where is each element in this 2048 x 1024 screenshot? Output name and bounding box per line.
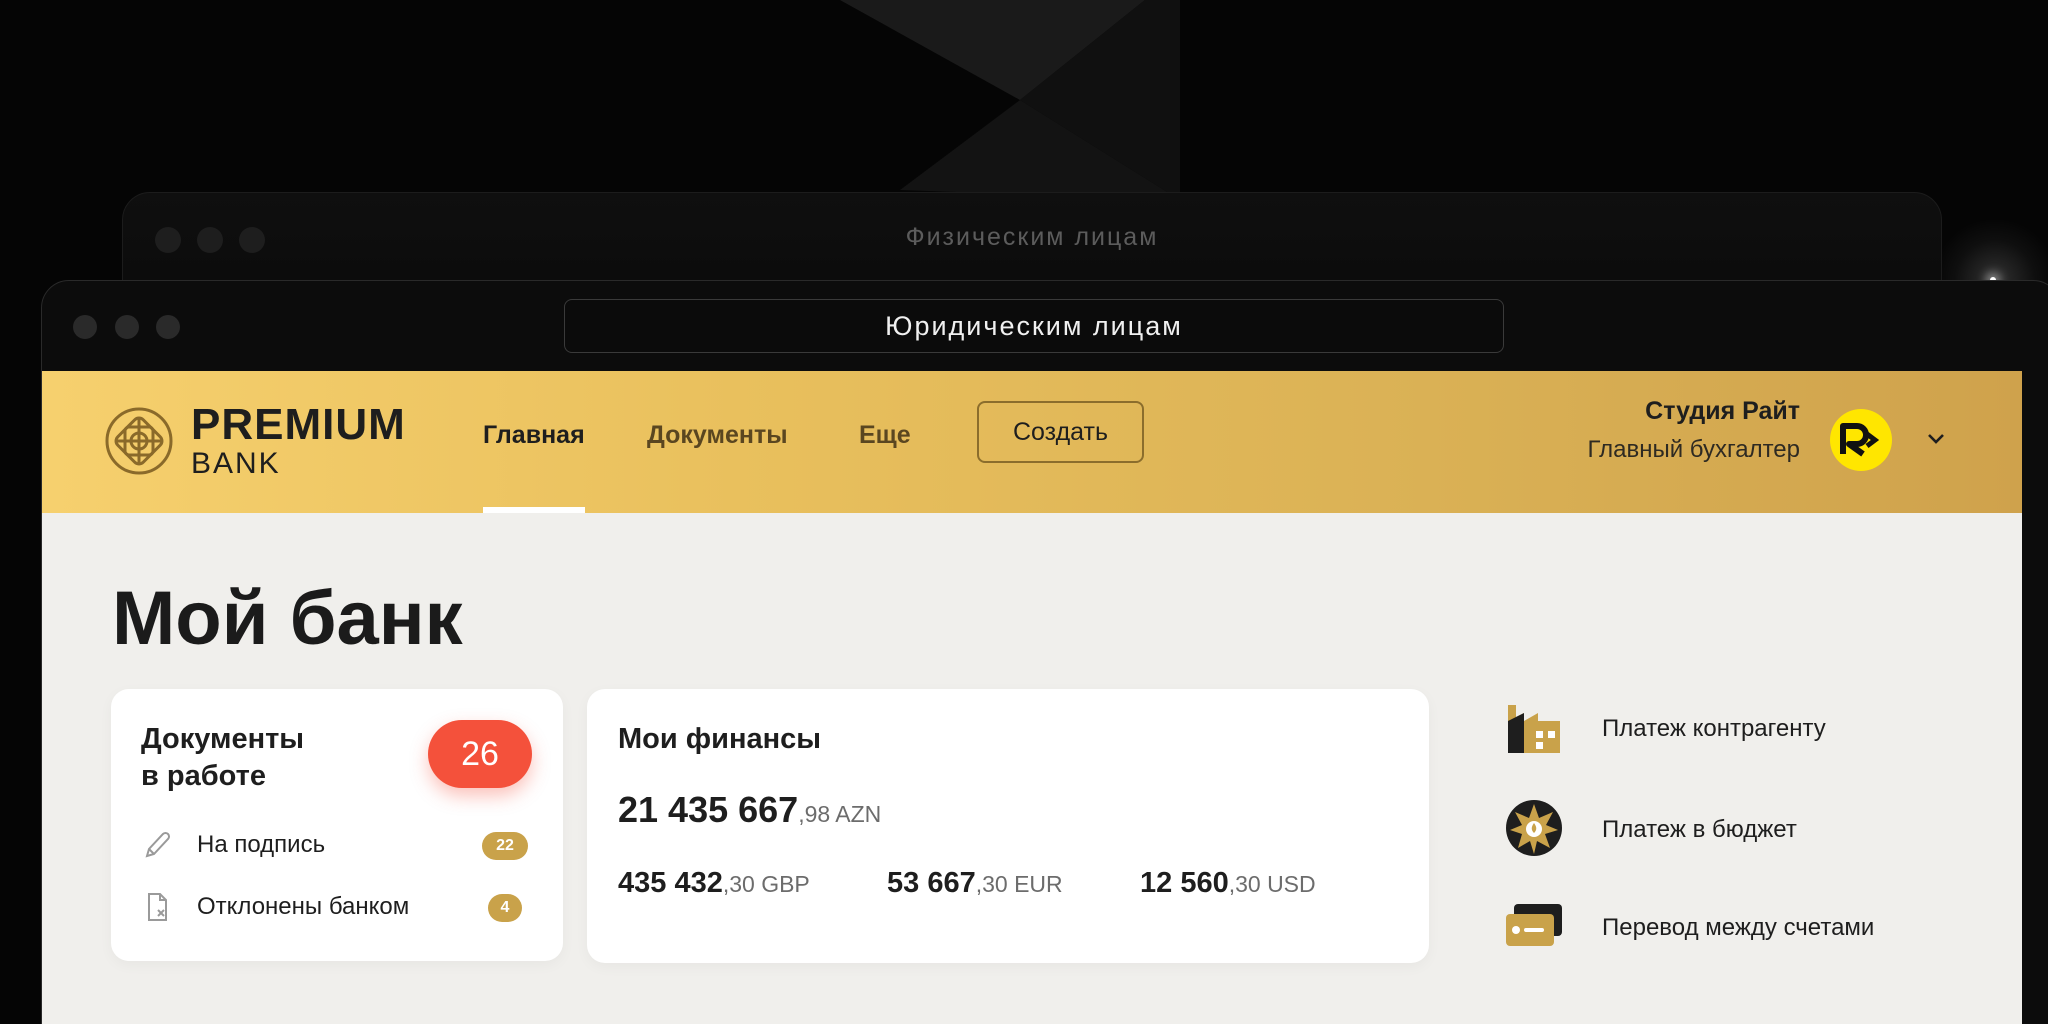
balance-fraction: ,30 GBP — [722, 871, 810, 897]
quick-action-budget-payment[interactable]: Платеж в бюджет — [1502, 796, 1982, 860]
logo-premium-text: PREMIUM — [191, 400, 406, 449]
front-window: Юридическим лицам PREMIUM BANK Главная Д… — [41, 280, 2048, 1024]
main-content: Мой банк Документы в работе 26 На подпис… — [42, 513, 2022, 1024]
address-bar[interactable]: Юридическим лицам — [564, 299, 1504, 353]
balance-gbp: 435 432,30 GBP — [618, 867, 810, 900]
rejected-doc-icon — [148, 893, 167, 921]
factory-icon — [1508, 705, 1560, 753]
doc-row-rejected[interactable]: Отклонены банком 4 — [141, 887, 541, 927]
knot-logo-icon — [105, 407, 173, 475]
main-balance-integer: 21 435 667 — [618, 789, 799, 830]
balance-integer: 435 432 — [618, 867, 723, 899]
docs-in-work-card[interactable]: Документы в работе 26 На подпись 22 Откл… — [111, 689, 563, 961]
logo[interactable]: PREMIUM BANK — [101, 401, 406, 481]
doc-row-to-sign[interactable]: На подпись 22 — [141, 825, 541, 865]
count-badge: 4 — [488, 894, 522, 922]
quick-action-counterparty-payment[interactable]: Платеж контрагенту — [1502, 695, 1982, 759]
balance-integer: 53 667 — [887, 867, 976, 899]
balance-usd: 12 560,30 USD — [1140, 867, 1316, 900]
quick-action-label: Платеж в бюджет — [1602, 816, 1797, 843]
window-dot-minimize[interactable] — [115, 315, 139, 339]
docs-card-title: Документы в работе — [141, 721, 391, 795]
count-badge: 22 — [482, 832, 528, 860]
user-role: Главный бухгалтер — [1587, 436, 1800, 463]
cards-icon — [1506, 904, 1562, 946]
quick-action-transfer-between-accounts[interactable]: Перевод между счетами — [1502, 894, 1982, 958]
docs-total-badge: 26 — [428, 720, 532, 788]
user-info[interactable]: Студия Райт Главный бухгалтер — [1587, 397, 1800, 464]
pen-icon — [145, 831, 171, 858]
nav-more[interactable]: Еще — [859, 421, 911, 513]
create-button[interactable]: Создать — [977, 401, 1144, 463]
nav-documents[interactable]: Документы — [647, 421, 788, 513]
balance-fraction: ,30 USD — [1228, 871, 1316, 897]
back-window-title: Физическим лицам — [905, 223, 1159, 251]
avatar[interactable] — [1830, 409, 1892, 471]
app-header: PREMIUM BANK Главная Документы Еще Созда… — [42, 371, 2022, 513]
quick-action-label: Платеж контрагенту — [1602, 715, 1826, 742]
docs-card-title-line1: Документы — [141, 723, 305, 755]
emblem-icon — [1506, 800, 1562, 856]
main-balance-fraction: ,98 AZN — [798, 801, 882, 827]
main-balance: 21 435 667,98 AZN — [618, 789, 881, 831]
rait-logo-icon — [1840, 423, 1880, 457]
logo-bank-text: BANK — [191, 447, 281, 480]
doc-row-label: Отклонены банком — [197, 893, 410, 920]
doc-row-label: На подпись — [197, 831, 326, 858]
balance-eur: 53 667,30 EUR — [887, 867, 1063, 900]
window-dot-maximize[interactable] — [156, 315, 180, 339]
balance-integer: 12 560 — [1140, 867, 1229, 899]
nav-main[interactable]: Главная — [483, 421, 585, 513]
finances-card-title: Мои финансы — [618, 723, 822, 755]
quick-action-label: Перевод между счетами — [1602, 914, 1875, 941]
chevron-down-icon[interactable] — [1924, 427, 1948, 451]
user-name: Студия Райт — [1645, 397, 1800, 425]
docs-card-title-line2: в работе — [141, 759, 266, 792]
window-dot-close[interactable] — [73, 315, 97, 339]
balance-fraction: ,30 EUR — [975, 871, 1063, 897]
page-title: Мой банк — [112, 576, 463, 661]
my-finances-card[interactable]: Мои финансы 21 435 667,98 AZN 435 432,30… — [587, 689, 1429, 963]
